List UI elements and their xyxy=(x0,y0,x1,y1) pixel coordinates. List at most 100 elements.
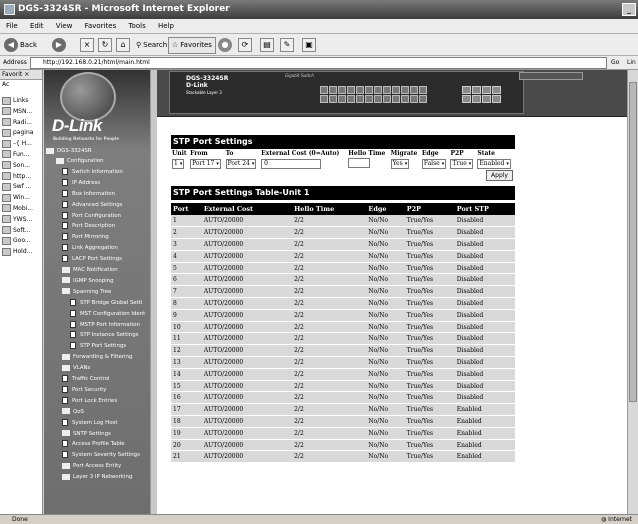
favorite-item[interactable]: MSN... xyxy=(0,107,42,118)
tree-item[interactable]: Port Lock Entries xyxy=(62,396,117,406)
edge-select[interactable]: False xyxy=(421,159,447,169)
state-select[interactable]: Enabled xyxy=(477,159,511,169)
combo-port-icon[interactable] xyxy=(472,86,481,94)
table-row[interactable]: 18 AUTO/20000 2/2 No/No True/Yes Enabled xyxy=(171,415,515,428)
table-row[interactable]: 11 AUTO/20000 2/2 No/No True/Yes Disabled xyxy=(171,332,515,346)
search-button[interactable]: ⚲ Search xyxy=(136,37,167,53)
close-icon[interactable]: × xyxy=(24,71,29,78)
tree-item[interactable]: STP Port Settings xyxy=(70,341,126,351)
combo-port-icon[interactable] xyxy=(462,95,471,103)
tree-item[interactable]: MSTP Port Information xyxy=(70,320,140,330)
tree-item[interactable]: Layer 3 IP Networking xyxy=(62,472,132,482)
combo-port-icon[interactable] xyxy=(492,95,501,103)
hello-time-input[interactable] xyxy=(348,158,371,168)
favorites-button[interactable]: ☆ Favorites xyxy=(168,37,216,54)
tree-item[interactable]: QoS xyxy=(62,407,84,417)
add-favorite-button[interactable]: Ac xyxy=(0,80,42,90)
tree-item[interactable]: Port Mirroring xyxy=(62,232,109,242)
port-icon[interactable] xyxy=(338,86,346,94)
port-icon[interactable] xyxy=(347,95,355,103)
port-icon[interactable] xyxy=(365,95,373,103)
tree-item[interactable]: STP Instance Settings xyxy=(70,330,138,340)
port-icon[interactable] xyxy=(320,95,328,103)
tree-item[interactable]: Traffic Control xyxy=(62,374,109,384)
p2p-select[interactable]: True xyxy=(450,159,474,169)
table-row[interactable]: 5 AUTO/20000 2/2 No/No True/Yes Disabled xyxy=(171,262,515,275)
tree-item[interactable]: MAC Notification xyxy=(62,265,118,275)
menu-help[interactable]: Help xyxy=(158,22,174,30)
menu-edit[interactable]: Edit xyxy=(30,22,44,30)
scrollbar-thumb[interactable] xyxy=(629,82,637,402)
table-row[interactable]: 21 AUTO/20000 2/2 No/No True/Yes Enabled xyxy=(171,450,515,464)
tree-item[interactable]: Link Aggregation xyxy=(62,243,118,253)
left-scrollbar[interactable] xyxy=(150,70,157,514)
combo-port-icon[interactable] xyxy=(462,86,471,94)
favorite-item[interactable]: Win... xyxy=(0,193,42,204)
favorite-item[interactable]: pagina xyxy=(0,128,42,139)
tree-item[interactable]: Spanning Tree xyxy=(62,287,111,297)
port-icon[interactable] xyxy=(392,95,400,103)
table-row[interactable]: 16 AUTO/20000 2/2 No/No True/Yes Disabled xyxy=(171,391,515,405)
from-port-select[interactable]: Port 17 xyxy=(190,159,221,169)
table-row[interactable]: 1 AUTO/20000 2/2 No/No True/Yes Disabled xyxy=(171,215,515,228)
history-button[interactable]: ⟳ xyxy=(238,37,252,53)
menu-view[interactable]: View xyxy=(56,22,73,30)
forward-button[interactable]: ▶ xyxy=(52,37,68,53)
favorite-item[interactable]: Goo... xyxy=(0,236,42,247)
table-row[interactable]: 8 AUTO/20000 2/2 No/No True/Yes Disabled xyxy=(171,297,515,310)
port-icon[interactable] xyxy=(383,86,391,94)
tree-item[interactable]: STP Bridge Global Setti xyxy=(70,298,142,308)
table-row[interactable]: 19 AUTO/20000 2/2 No/No True/Yes Enabled xyxy=(171,427,515,440)
favorite-item[interactable]: Soft... xyxy=(0,226,42,237)
stack-unit-icon[interactable] xyxy=(519,72,583,80)
migrate-select[interactable]: Yes xyxy=(390,159,410,169)
tree-item[interactable]: Access Profile Table xyxy=(62,439,125,449)
favorite-item[interactable]: http... xyxy=(0,172,42,183)
table-row[interactable]: 6 AUTO/20000 2/2 No/No True/Yes Disabled xyxy=(171,273,515,287)
port-icon[interactable] xyxy=(419,95,427,103)
go-button[interactable]: Go xyxy=(611,56,619,70)
table-row[interactable]: 15 AUTO/20000 2/2 No/No True/Yes Disabled xyxy=(171,380,515,393)
tree-item[interactable]: Advanced Settings xyxy=(62,200,122,210)
port-icon[interactable] xyxy=(329,95,337,103)
tree-item[interactable]: Switch Information xyxy=(62,167,123,177)
port-icon[interactable] xyxy=(383,95,391,103)
table-row[interactable]: 2 AUTO/20000 2/2 No/No True/Yes Disabled xyxy=(171,226,515,240)
menu-favorites[interactable]: Favorites xyxy=(85,22,117,30)
tree-item[interactable]: Port Description xyxy=(62,221,115,231)
port-icon[interactable] xyxy=(338,95,346,103)
table-row[interactable]: 7 AUTO/20000 2/2 No/No True/Yes Disabled xyxy=(171,285,515,299)
tree-root[interactable]: DGS-3324SR xyxy=(46,146,92,156)
tree-item[interactable]: VLANs xyxy=(62,363,90,373)
port-icon[interactable] xyxy=(401,86,409,94)
refresh-button[interactable]: ↻ xyxy=(98,37,112,53)
combo-port-icon[interactable] xyxy=(472,95,481,103)
tree-item[interactable]: MST Configuration Ident xyxy=(70,309,145,319)
tree-item[interactable]: System Log Host xyxy=(62,418,117,428)
tree-item[interactable]: LACP Port Settings xyxy=(62,254,122,264)
discuss-button[interactable]: ▣ xyxy=(302,37,316,53)
port-icon[interactable] xyxy=(320,86,328,94)
port-icon[interactable] xyxy=(365,86,373,94)
apply-button[interactable]: Apply xyxy=(486,170,513,181)
favorite-item[interactable]: Swf ... xyxy=(0,182,42,193)
port-icon[interactable] xyxy=(374,95,382,103)
favorite-item[interactable]: Links xyxy=(0,96,42,107)
port-icon[interactable] xyxy=(401,95,409,103)
favorite-item[interactable]: –{ H... xyxy=(0,139,42,150)
port-icon[interactable] xyxy=(410,95,418,103)
external-cost-input[interactable]: 0 xyxy=(261,159,322,169)
home-button[interactable]: ⌂ xyxy=(116,37,130,53)
favorite-item[interactable]: Hold... xyxy=(0,247,42,258)
table-row[interactable]: 4 AUTO/20000 2/2 No/No True/Yes Disabled xyxy=(171,250,515,263)
port-icon[interactable] xyxy=(356,95,364,103)
port-icon[interactable] xyxy=(392,86,400,94)
print-button[interactable]: ▤ xyxy=(260,37,274,53)
favorite-item[interactable]: Mobi... xyxy=(0,204,42,215)
media-button[interactable]: ● xyxy=(218,37,234,53)
table-row[interactable]: 20 AUTO/20000 2/2 No/No True/Yes Enabled xyxy=(171,439,515,452)
favorite-item[interactable]: Fun... xyxy=(0,150,42,161)
table-row[interactable]: 3 AUTO/20000 2/2 No/No True/Yes Disabled xyxy=(171,238,515,251)
tree-item[interactable]: Port Access Entity xyxy=(62,461,121,471)
port-icon[interactable] xyxy=(347,86,355,94)
